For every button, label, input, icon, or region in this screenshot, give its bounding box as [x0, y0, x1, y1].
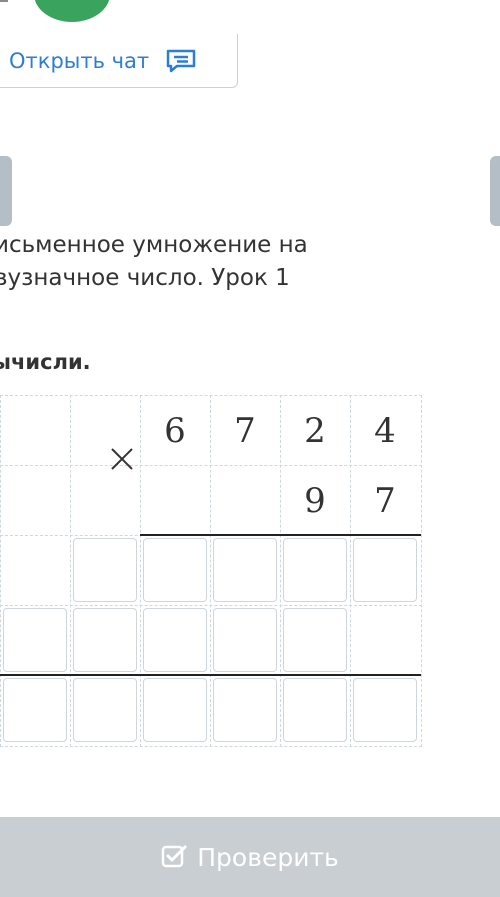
- multiplicand-digit: 6: [164, 411, 186, 451]
- multiply-sign-icon: [111, 448, 133, 470]
- checkbox-check-icon: [162, 845, 187, 868]
- grid-line: [0, 395, 1, 747]
- top-left-divider: [0, 0, 8, 2]
- open-chat-label: Открыть чат: [9, 48, 150, 73]
- next-lesson-button[interactable]: [490, 156, 500, 226]
- multiplier-digit: 7: [374, 481, 396, 521]
- answer-cell-row2[interactable]: [73, 608, 137, 672]
- answer-cell-total[interactable]: [353, 678, 417, 742]
- grid-line: [0, 395, 422, 396]
- answer-cell-row2[interactable]: [143, 608, 207, 672]
- grid-line: [0, 605, 422, 606]
- answer-cell-row1[interactable]: [283, 538, 347, 602]
- grid-line: [421, 395, 422, 747]
- answer-cell-row2[interactable]: [213, 608, 277, 672]
- previous-lesson-button[interactable]: [0, 156, 12, 226]
- answer-cell-row1[interactable]: [73, 538, 137, 602]
- grid-line: [0, 465, 422, 466]
- answer-cell-total[interactable]: [283, 678, 347, 742]
- multiplicand-digit: 7: [234, 411, 256, 451]
- task-instruction: ычисли.: [0, 350, 91, 374]
- grid-line: [0, 746, 422, 747]
- lesson-title: исьменное умножение на вузначное число. …: [0, 232, 308, 291]
- answer-cell-row2[interactable]: [283, 608, 347, 672]
- multiplication-grid: 6 7 2 4 9 7: [0, 395, 422, 747]
- grid-line: [70, 395, 71, 747]
- answer-cell-total[interactable]: [143, 678, 207, 742]
- check-button-label: Проверить: [197, 842, 339, 872]
- open-chat-button[interactable]: Открыть чат: [0, 34, 238, 88]
- answer-cell-row1[interactable]: [143, 538, 207, 602]
- answer-cell-total[interactable]: [73, 678, 137, 742]
- answer-cell-total[interactable]: [213, 678, 277, 742]
- answer-cell-row1[interactable]: [213, 538, 277, 602]
- sum-separator-line: [0, 674, 421, 676]
- answer-cell-row2[interactable]: [3, 608, 67, 672]
- avatar[interactable]: [34, 0, 110, 22]
- multiplicand-digit: 4: [374, 411, 396, 451]
- product-separator-line: [140, 534, 421, 536]
- answer-cell-total[interactable]: [3, 678, 67, 742]
- multiplicand-digit: 2: [304, 411, 326, 451]
- check-button[interactable]: Проверить: [0, 817, 500, 897]
- answer-cell-row1[interactable]: [353, 538, 417, 602]
- multiplier-digit: 9: [304, 481, 326, 521]
- chat-icon: [166, 49, 196, 72]
